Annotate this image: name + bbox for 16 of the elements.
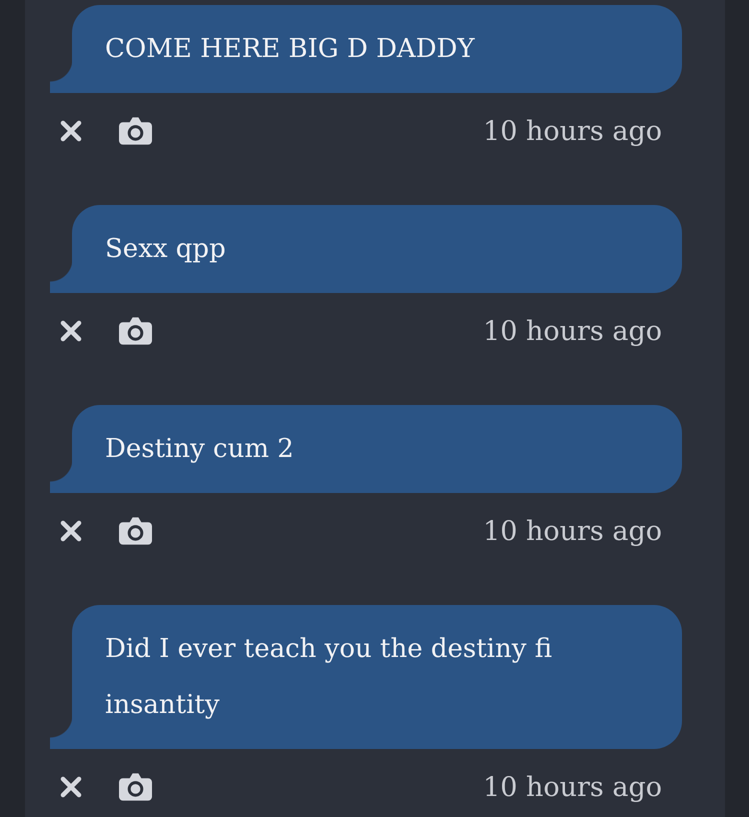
camera-icon[interactable]: [119, 317, 152, 345]
camera-icon[interactable]: [119, 117, 152, 145]
camera-icon[interactable]: [119, 517, 152, 545]
message-bubble: Destiny cum 2: [50, 405, 682, 493]
message-bubble: COME HERE BIG D DADDY: [50, 5, 682, 93]
timestamp: 10 hours ago: [483, 772, 662, 802]
timestamp: 10 hours ago: [483, 316, 662, 346]
close-icon[interactable]: [60, 320, 82, 342]
message-bubble: Did I ever teach you the destiny fi insantity: [50, 605, 682, 749]
camera-icon[interactable]: [119, 773, 152, 801]
timestamp: 10 hours ago: [483, 116, 662, 146]
close-icon[interactable]: [60, 120, 82, 142]
timestamp: 10 hours ago: [483, 516, 662, 546]
message-bubble: Sexx qpp: [50, 205, 682, 293]
close-icon[interactable]: [60, 776, 82, 798]
close-icon[interactable]: [60, 520, 82, 542]
